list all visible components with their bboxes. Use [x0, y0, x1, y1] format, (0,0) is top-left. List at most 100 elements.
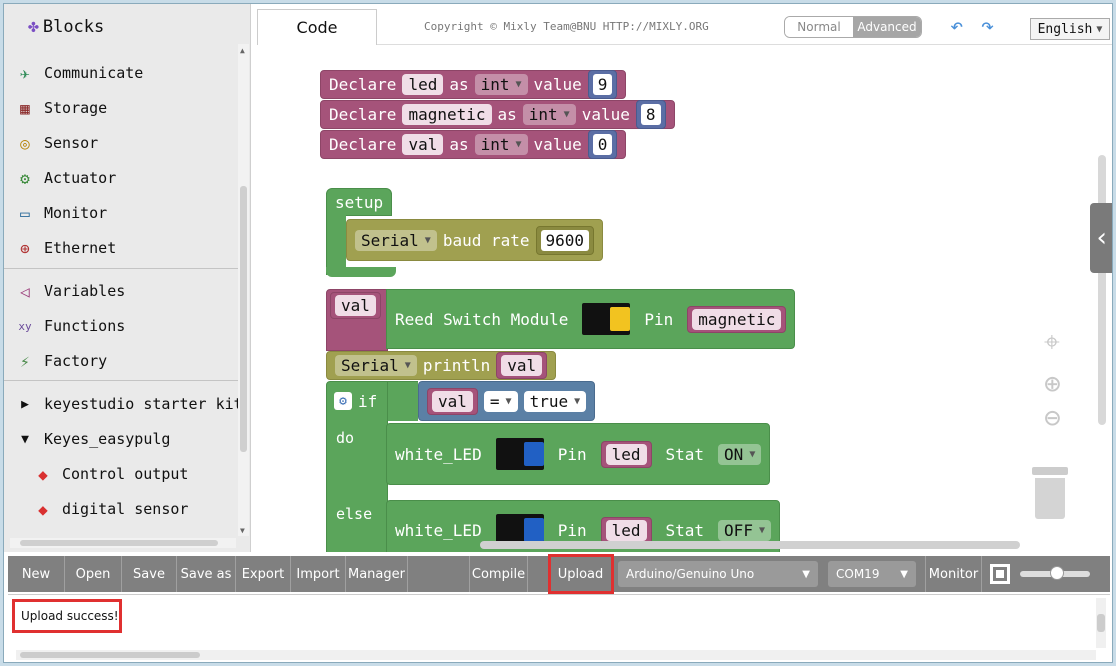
- sidebar-item-factory[interactable]: ⚡ Factory: [14, 346, 107, 376]
- mode-toggle[interactable]: Normal Advanced: [784, 16, 922, 38]
- save-as-button[interactable]: Save as: [177, 556, 236, 592]
- serial-begin-block[interactable]: Serial ▼ baud rate 9600: [346, 219, 604, 261]
- serial-dropdown[interactable]: Serial ▼: [335, 355, 417, 376]
- blockly-workspace[interactable]: Declare led as int ▼ value 9 Declare magn…: [252, 45, 1112, 552]
- number-field[interactable]: 9: [592, 74, 613, 95]
- number-block[interactable]: 9: [587, 70, 618, 99]
- sidebar-item-actuator[interactable]: ⚙ Actuator: [14, 163, 116, 193]
- scrollbar-thumb[interactable]: [1097, 614, 1105, 632]
- declare-val-block[interactable]: Declare val as int ▼ value 0: [320, 130, 627, 159]
- output-vertical-scrollbar[interactable]: [1096, 598, 1106, 648]
- reed-switch-block[interactable]: Reed Switch Module Pin magnetic: [386, 289, 796, 349]
- sidebar-item-storage[interactable]: ▦ Storage: [14, 93, 107, 123]
- sidebar-item-sensor[interactable]: ◎ Sensor: [14, 128, 98, 158]
- export-button[interactable]: Export: [236, 556, 291, 592]
- bottom-toolbar: New Open Save Save as Export Import Mana…: [8, 554, 1110, 594]
- workspace-horizontal-scrollbar[interactable]: [480, 541, 1020, 549]
- sidebar-item-functions[interactable]: xy Functions: [14, 311, 125, 341]
- scrollbar-thumb[interactable]: [240, 186, 247, 452]
- sidebar-item-keyestudio-starter-kit[interactable]: ▶ keyestudio starter kit: [14, 389, 243, 419]
- zoom-slider[interactable]: [1020, 566, 1090, 580]
- sidebar-item-ethernet[interactable]: ⊕ Ethernet: [14, 233, 116, 263]
- import-button[interactable]: Import: [291, 556, 346, 592]
- sidebar-item-control-output[interactable]: ◆ Control output: [32, 459, 188, 489]
- stat-dropdown[interactable]: ON ▼: [718, 443, 762, 465]
- scroll-up-icon[interactable]: ▲: [240, 46, 245, 55]
- else-label: else: [336, 505, 373, 523]
- open-button[interactable]: Open: [65, 556, 122, 592]
- port-select[interactable]: COM19 ▼: [828, 561, 916, 587]
- monitor-button[interactable]: Monitor: [926, 556, 982, 592]
- var-name-field[interactable]: magnetic: [692, 308, 782, 330]
- setup-block[interactable]: setup: [326, 188, 393, 216]
- scrollbar-thumb[interactable]: [20, 540, 218, 546]
- sidebar-horizontal-scrollbar[interactable]: [10, 538, 236, 548]
- upload-button[interactable]: Upload: [548, 554, 614, 594]
- board-select[interactable]: Arduino/Genuino Uno ▼: [618, 561, 818, 587]
- recenter-icon[interactable]: ⌖: [1044, 325, 1060, 359]
- zoom-in-icon[interactable]: ⊕: [1044, 367, 1061, 400]
- var-name-field[interactable]: val: [432, 390, 473, 412]
- serial-dropdown[interactable]: Serial ▼: [355, 229, 437, 251]
- save-button[interactable]: Save: [122, 556, 177, 592]
- pin-var-block[interactable]: magnetic: [687, 305, 787, 333]
- redo-icon[interactable]: ↷: [981, 14, 994, 39]
- output-horizontal-scrollbar[interactable]: [16, 650, 1096, 660]
- var-name-field[interactable]: val: [501, 355, 543, 376]
- type-dropdown[interactable]: int ▼: [474, 134, 528, 155]
- compare-block[interactable]: val = ▼ true ▼: [418, 381, 596, 421]
- slider-knob[interactable]: [1050, 566, 1064, 580]
- var-name-field[interactable]: led: [605, 519, 647, 541]
- trash-icon[interactable]: [1032, 467, 1068, 519]
- led-pin-var-block[interactable]: led: [600, 516, 652, 544]
- declare-led-block[interactable]: Declare led as int ▼ value 9: [320, 70, 627, 99]
- white-led-on-block[interactable]: white_LED Pin led Stat ON ▼: [386, 423, 771, 485]
- type-dropdown[interactable]: int ▼: [474, 74, 528, 95]
- operator-dropdown[interactable]: = ▼: [483, 390, 518, 412]
- sidebar-item-digital-sensor[interactable]: ◆ digital sensor: [32, 494, 188, 524]
- var-name-field[interactable]: led: [605, 443, 647, 465]
- mode-advanced-button[interactable]: Advanced: [853, 17, 921, 37]
- sidebar-item-variables[interactable]: ◁ Variables: [14, 276, 125, 306]
- compile-button[interactable]: Compile: [470, 556, 528, 592]
- manager-button[interactable]: Manager: [346, 556, 408, 592]
- stat-dropdown[interactable]: OFF ▼: [718, 519, 771, 541]
- sidebar-item-monitor[interactable]: ▭ Monitor: [14, 198, 107, 228]
- boolean-dropdown[interactable]: true ▼: [523, 390, 587, 412]
- language-select[interactable]: English ▼: [1030, 18, 1110, 40]
- number-block[interactable]: 8: [635, 100, 666, 129]
- new-button[interactable]: New: [8, 556, 65, 592]
- assign-var-block[interactable]: val: [330, 292, 381, 319]
- sidebar-vertical-scrollbar[interactable]: [238, 44, 249, 536]
- var-name-field[interactable]: led: [402, 74, 444, 95]
- zoom-out-icon[interactable]: ⊖: [1044, 401, 1061, 434]
- number-block[interactable]: 9600: [535, 225, 595, 255]
- number-field[interactable]: 0: [592, 134, 613, 155]
- chip-icon[interactable]: [990, 564, 1010, 584]
- collapse-panel-icon[interactable]: ‹: [1090, 203, 1112, 273]
- gear-icon[interactable]: ⚙: [334, 392, 352, 410]
- number-block[interactable]: 0: [587, 130, 618, 159]
- baud-field[interactable]: 9600: [540, 229, 590, 251]
- workspace-vertical-scrollbar[interactable]: [1098, 155, 1106, 425]
- sidebar-item-keyes-easypulg[interactable]: ▼ Keyes_easypulg: [14, 424, 170, 454]
- copyright-text: Copyright © Mixly Team@BNU HTTP://MIXLY.…: [424, 20, 709, 33]
- cube-icon: ◆: [38, 464, 48, 484]
- serial-println-block[interactable]: Serial ▼ println val: [326, 351, 557, 380]
- var-name-field[interactable]: val: [402, 134, 444, 155]
- led-pin-var-block[interactable]: led: [600, 440, 652, 468]
- declare-magnetic-block[interactable]: Declare magnetic as int ▼ value 8: [320, 100, 675, 129]
- var-name-field[interactable]: magnetic: [402, 104, 492, 125]
- undo-icon[interactable]: ↶: [950, 14, 963, 39]
- number-field[interactable]: 8: [640, 104, 661, 125]
- var-name-field[interactable]: val: [335, 295, 376, 316]
- mode-normal-button[interactable]: Normal: [785, 17, 853, 37]
- sidebar-item-communicate[interactable]: ✈ Communicate: [14, 58, 143, 88]
- scroll-down-icon[interactable]: ▼: [240, 526, 245, 535]
- if-var-block[interactable]: val: [427, 387, 478, 415]
- chevron-down-icon: ▼: [900, 568, 908, 580]
- tab-code[interactable]: Code: [257, 9, 377, 45]
- type-dropdown[interactable]: int ▼: [522, 104, 576, 125]
- println-var-block[interactable]: val: [496, 352, 548, 379]
- scrollbar-thumb[interactable]: [20, 652, 200, 658]
